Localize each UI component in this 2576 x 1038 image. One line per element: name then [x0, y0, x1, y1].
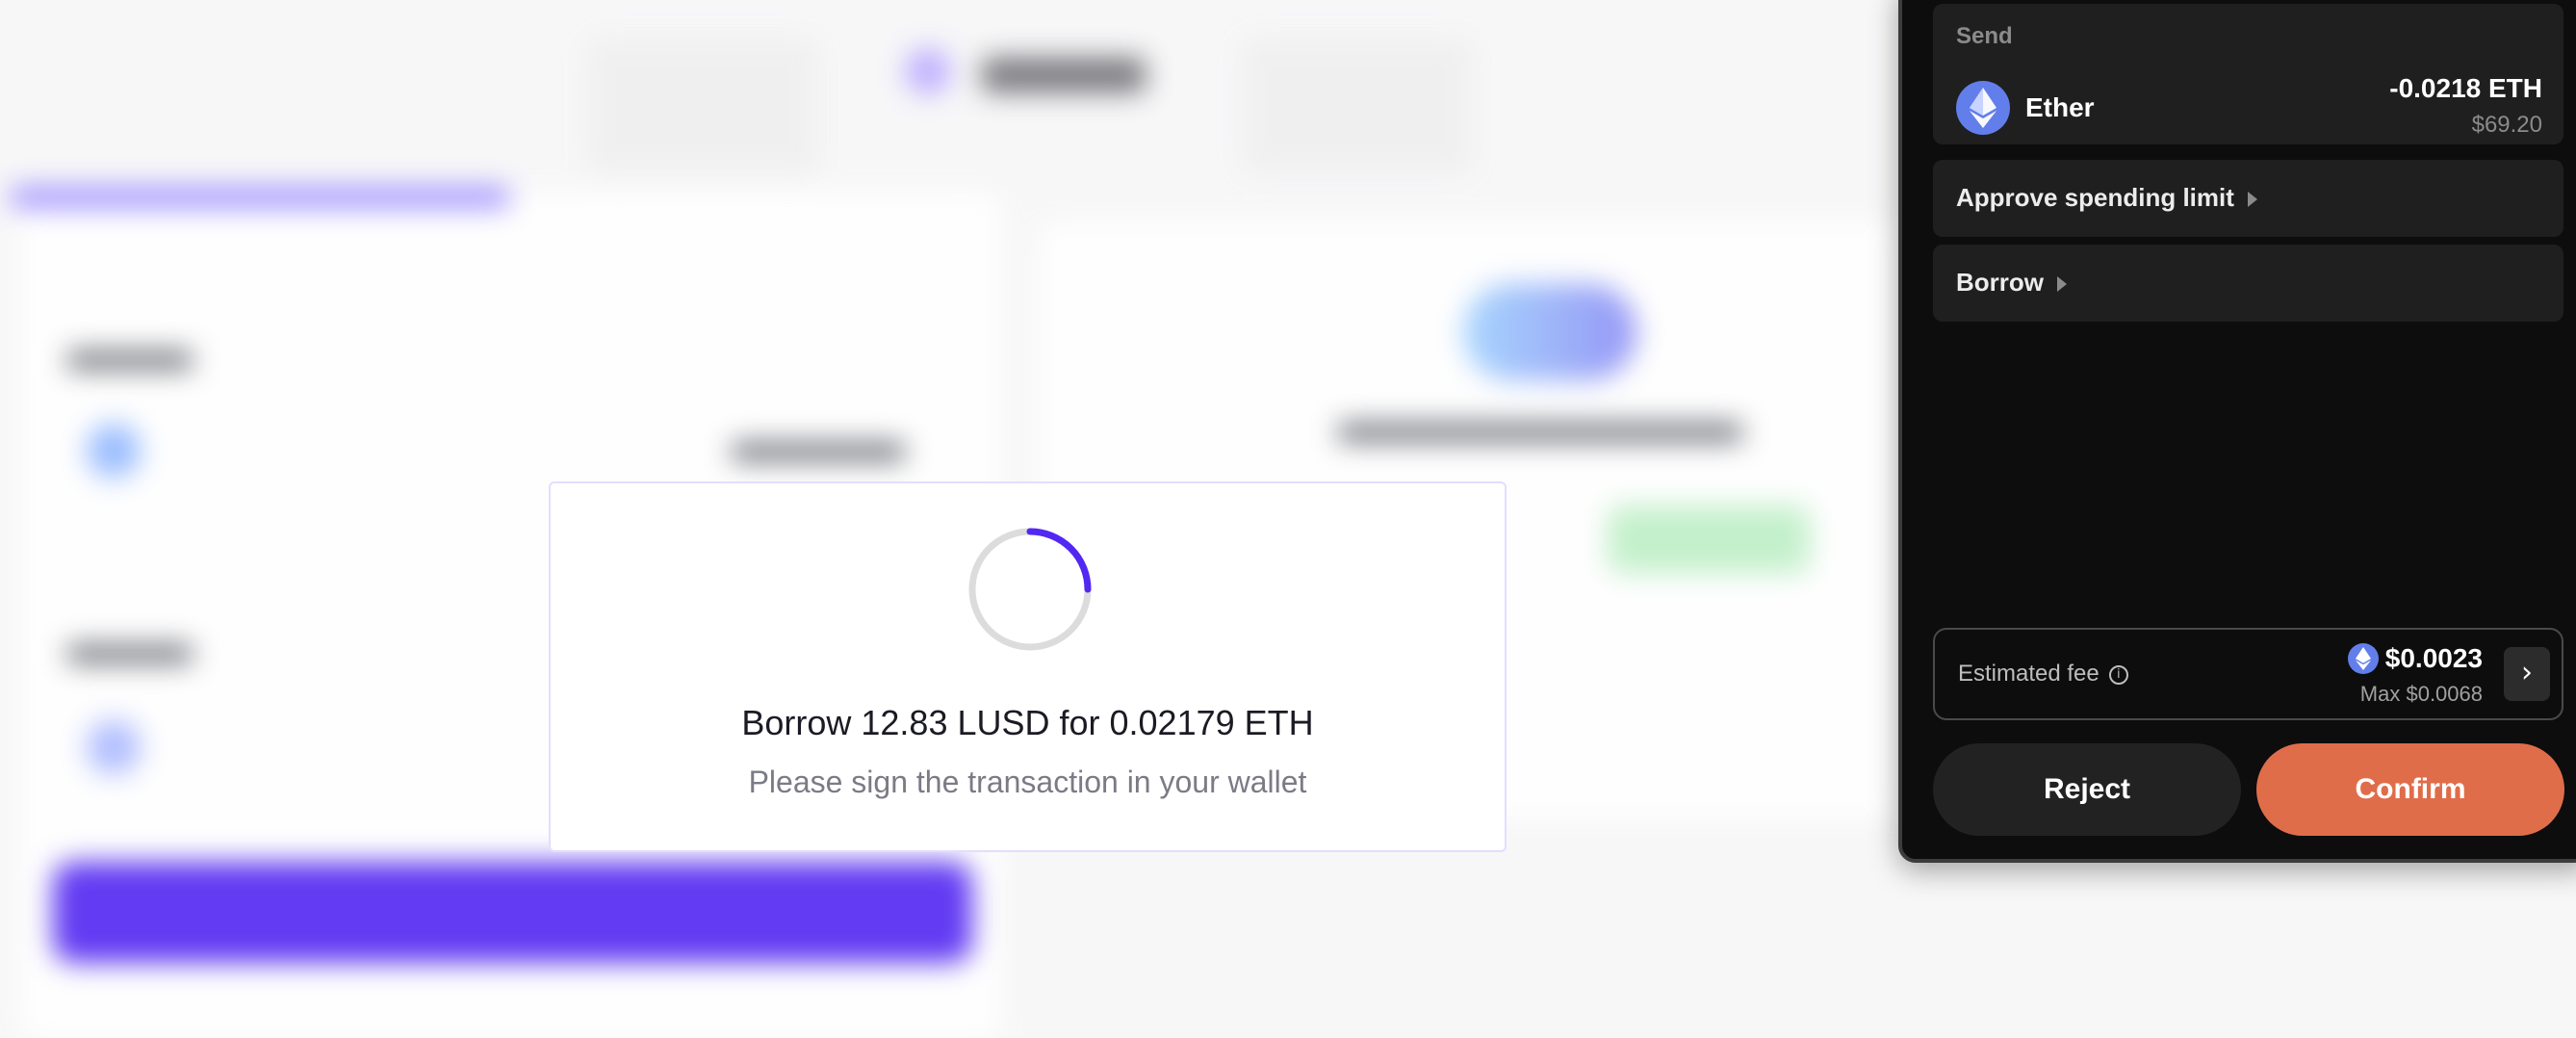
nav-item — [1242, 39, 1473, 173]
estimated-fee-row[interactable]: Estimated fee i $0.0023 Max $0.0068 › — [1933, 628, 2563, 720]
form-label — [67, 351, 193, 369]
wallet-confirmation-panel: Send Ether -0.0218 ETH $69.20 Approve sp… — [1898, 0, 2576, 863]
reject-button[interactable]: Reject — [1933, 743, 2241, 836]
fee-max: Max $0.0068 — [2359, 682, 2483, 706]
debt-token-icon — [87, 720, 141, 774]
borrow-submit-button — [53, 862, 972, 963]
asset-name: Ether — [2025, 92, 2095, 122]
token-pair-badge — [1463, 284, 1636, 380]
ethereum-icon — [1956, 81, 2010, 135]
send-summary-card: Send Ether -0.0218 ETH $69.20 — [1933, 4, 2563, 144]
modal-subtitle: Please sign the transaction in your wall… — [748, 765, 1307, 799]
confirm-button[interactable]: Confirm — [2256, 743, 2564, 836]
send-amount: -0.0218 ETH — [2389, 73, 2542, 103]
step-label: Borrow — [1956, 268, 2044, 297]
send-amount-usd: $69.20 — [2471, 112, 2542, 138]
form-tab-bar — [10, 188, 510, 207]
info-icon[interactable]: i — [2108, 664, 2128, 685]
nav-item — [587, 39, 818, 173]
step-borrow[interactable]: Borrow — [1933, 245, 2563, 322]
ethereum-icon — [2348, 643, 2379, 674]
send-label: Send — [1956, 23, 2013, 49]
status-pill — [1608, 506, 1810, 573]
fee-label: Estimated fee — [1958, 661, 2099, 687]
collateral-token-icon — [87, 424, 141, 478]
loading-spinner-icon — [968, 528, 1092, 651]
expand-caret-icon — [2057, 276, 2067, 293]
step-approve-spending-limit[interactable]: Approve spending limit — [1933, 160, 2563, 237]
app-logo — [905, 48, 951, 94]
fee-value: $0.0023 — [2384, 643, 2483, 673]
chevron-right-icon[interactable]: › — [2504, 647, 2550, 701]
transaction-modal: Borrow 12.83 LUSD for 0.02179 ETH Please… — [549, 481, 1507, 852]
summary-heading — [1338, 424, 1742, 441]
modal-title: Borrow 12.83 LUSD for 0.02179 ETH — [741, 703, 1314, 742]
expand-caret-icon — [2247, 192, 2257, 208]
step-label: Approve spending limit — [1956, 183, 2234, 212]
app-name — [982, 58, 1146, 92]
form-label — [67, 645, 193, 662]
form-value — [732, 443, 905, 460]
